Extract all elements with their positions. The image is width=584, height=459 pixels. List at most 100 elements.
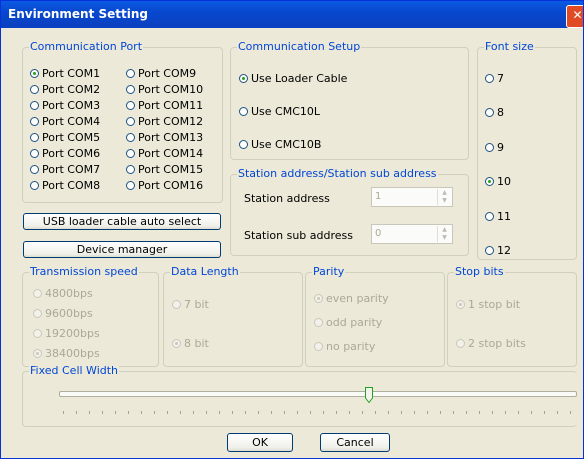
radio-button-icon[interactable] (456, 299, 465, 309)
radio-use-loader-cable[interactable]: Use Loader Cable (239, 71, 347, 85)
radio-button-icon[interactable] (30, 84, 39, 94)
radio-button-icon[interactable] (456, 338, 465, 348)
radio-button-icon[interactable] (30, 116, 39, 126)
radio-button-icon[interactable] (126, 164, 135, 174)
radio-button-icon[interactable] (485, 73, 494, 83)
radio-port-com10[interactable]: Port COM10 (126, 82, 203, 96)
spin-up-icon[interactable]: ▲ (438, 226, 451, 234)
radio-port-com13[interactable]: Port COM13 (126, 130, 203, 144)
radio-port-com9[interactable]: Port COM9 (126, 66, 196, 80)
radio-port-com7[interactable]: Port COM7 (30, 162, 100, 176)
usb-auto-select-button[interactable]: USB loader cable auto select (23, 213, 221, 230)
radio-button-icon[interactable] (485, 211, 494, 221)
close-icon: ✕ (572, 8, 583, 22)
radio-font-size-12-label: 12 (497, 244, 511, 257)
radio-button-icon[interactable] (126, 132, 135, 142)
radio-button-icon[interactable] (30, 180, 39, 190)
radio-port-com6-label: Port COM6 (42, 146, 101, 160)
radio-button-icon[interactable] (314, 317, 323, 327)
radio-button-icon[interactable] (30, 164, 39, 174)
radio-button-icon[interactable] (126, 100, 135, 110)
radio-font-size-9[interactable]: 9 (485, 140, 504, 154)
radio-button-icon[interactable] (33, 308, 42, 318)
data-length-group: Data Length (163, 265, 303, 367)
radio-button-icon[interactable] (239, 73, 248, 83)
cell-width-slider-thumb[interactable] (364, 387, 373, 403)
radio-port-com5[interactable]: Port COM5 (30, 130, 100, 144)
station-sub-address-spinner[interactable]: 0 ▲ ▼ (371, 224, 453, 244)
radio-font-size-8-label: 8 (497, 106, 504, 119)
cancel-button[interactable]: Cancel (320, 433, 390, 452)
radio-font-size-8[interactable]: 8 (485, 106, 504, 120)
station-address-value: 1 (375, 191, 382, 202)
radio-button-icon[interactable] (485, 142, 494, 152)
radio-button-icon[interactable] (30, 132, 39, 142)
radio-19200bps[interactable]: 19200bps (33, 326, 100, 340)
close-button[interactable]: ✕ (566, 5, 583, 28)
radio-button-icon[interactable] (314, 341, 323, 351)
radio-port-com2[interactable]: Port COM2 (30, 82, 100, 96)
radio-button-icon[interactable] (30, 100, 39, 110)
radio-font-size-10[interactable]: 10 (485, 175, 511, 189)
radio-38400bps-label: 38400bps (45, 346, 100, 360)
radio-port-com11[interactable]: Port COM11 (126, 98, 203, 112)
radio-button-icon[interactable] (172, 299, 181, 309)
radio-port-com16-label: Port COM16 (138, 178, 204, 192)
spin-down-icon[interactable]: ▼ (438, 197, 451, 205)
radio-font-size-7[interactable]: 7 (485, 71, 504, 85)
radio-button-icon[interactable] (126, 180, 135, 190)
radio-button-icon[interactable] (126, 68, 135, 78)
radio-port-com4[interactable]: Port COM4 (30, 114, 100, 128)
radio-2-stop-bits[interactable]: 2 stop bits (456, 336, 526, 350)
radio-4800bps[interactable]: 4800bps (33, 286, 93, 300)
cell-width-slider-track[interactable] (59, 391, 577, 397)
radio-font-size-12[interactable]: 12 (485, 244, 511, 258)
radio-button-icon[interactable] (485, 177, 494, 186)
radio-button-icon[interactable] (314, 293, 323, 303)
radio-port-com16[interactable]: Port COM16 (126, 178, 203, 192)
radio-use-cmc10b[interactable]: Use CMC10B (239, 137, 321, 151)
radio-font-size-11-label: 11 (497, 209, 511, 223)
spin-down-icon[interactable]: ▼ (438, 234, 451, 242)
radio-even-parity[interactable]: even parity (314, 291, 389, 305)
ok-button[interactable]: OK (227, 433, 293, 452)
radio-8-bit[interactable]: 8 bit (172, 336, 209, 350)
radio-port-com15[interactable]: Port COM15 (126, 162, 203, 176)
radio-1-stop-bit[interactable]: 1 stop bit (456, 297, 520, 311)
radio-button-icon[interactable] (126, 148, 135, 158)
radio-9600bps[interactable]: 9600bps (33, 306, 93, 320)
radio-port-com1[interactable]: Port COM1 (30, 66, 100, 80)
radio-port-com7-label: Port COM7 (42, 162, 101, 176)
radio-port-com14[interactable]: Port COM14 (126, 146, 203, 160)
radio-button-icon[interactable] (126, 116, 135, 126)
station-address-spinner[interactable]: 1 ▲ ▼ (371, 187, 453, 207)
radio-port-com12[interactable]: Port COM12 (126, 114, 203, 128)
radio-9600bps-label: 9600bps (45, 306, 93, 320)
radio-font-size-11[interactable]: 11 (485, 209, 511, 223)
radio-port-com3[interactable]: Port COM3 (30, 98, 100, 112)
radio-button-icon[interactable] (30, 148, 39, 158)
radio-button-icon[interactable] (485, 246, 494, 255)
radio-button-icon[interactable] (30, 68, 39, 78)
radio-4800bps-label: 4800bps (45, 286, 93, 300)
radio-port-com12-label: Port COM12 (138, 114, 204, 128)
radio-button-icon[interactable] (33, 348, 42, 358)
radio-button-icon[interactable] (33, 328, 42, 338)
radio-port-com8[interactable]: Port COM8 (30, 178, 100, 192)
radio-38400bps[interactable]: 38400bps (33, 346, 100, 360)
radio-button-icon[interactable] (33, 288, 42, 298)
station-sub-address-label: Station sub address (244, 229, 354, 242)
radio-port-com6[interactable]: Port COM6 (30, 146, 100, 160)
fixed-cell-width-legend: Fixed Cell Width (29, 364, 120, 377)
radio-button-icon[interactable] (126, 84, 135, 94)
spin-up-icon[interactable]: ▲ (438, 189, 451, 197)
radio-button-icon[interactable] (239, 106, 248, 116)
radio-button-icon[interactable] (239, 139, 248, 149)
radio-use-cmc10l[interactable]: Use CMC10L (239, 104, 320, 118)
radio-button-icon[interactable] (172, 338, 181, 348)
device-manager-button[interactable]: Device manager (23, 241, 221, 258)
radio-button-icon[interactable] (485, 108, 494, 117)
radio-odd-parity[interactable]: odd parity (314, 315, 382, 329)
radio-no-parity[interactable]: no parity (314, 339, 375, 353)
radio-7-bit[interactable]: 7 bit (172, 297, 209, 311)
